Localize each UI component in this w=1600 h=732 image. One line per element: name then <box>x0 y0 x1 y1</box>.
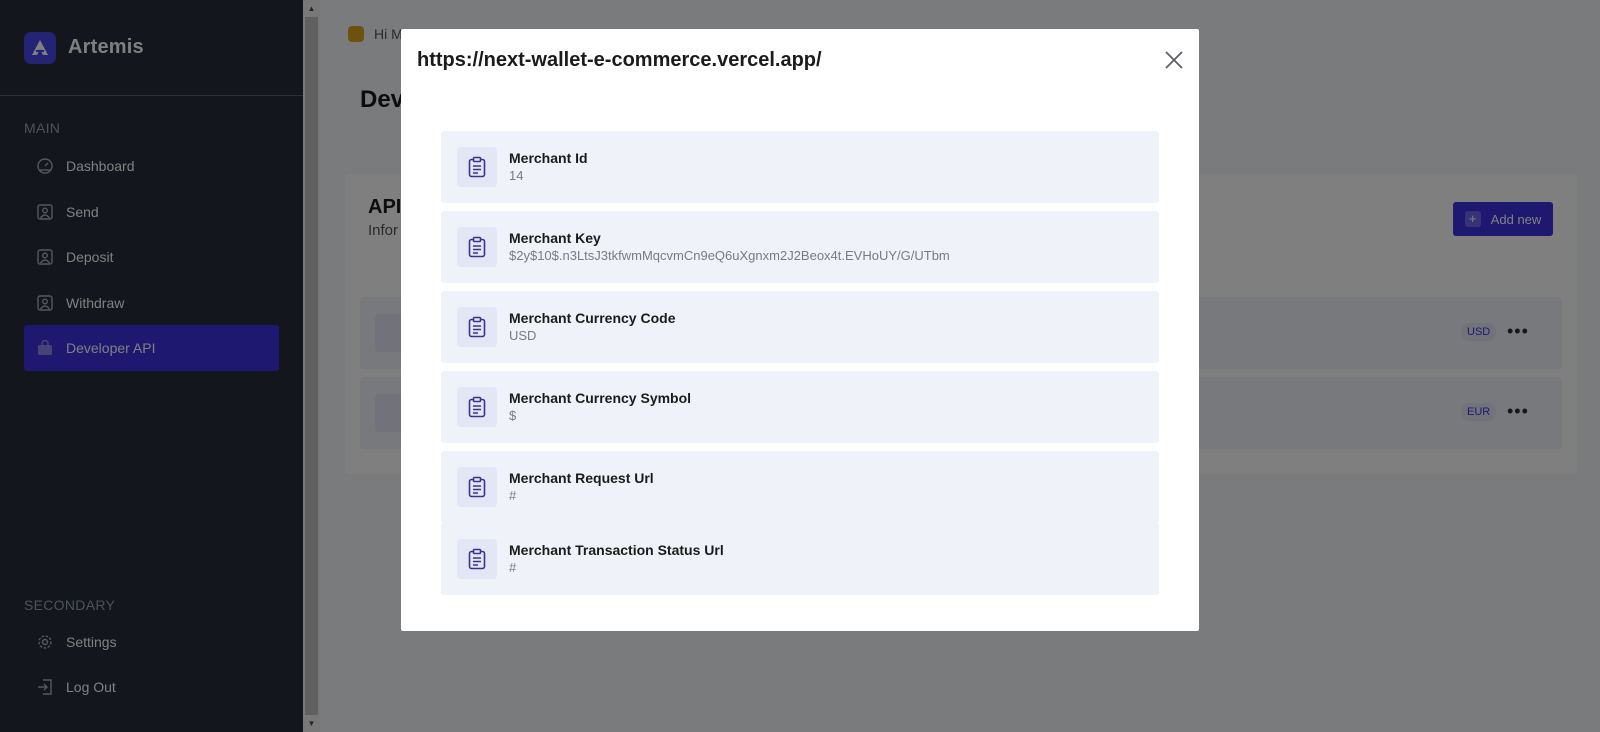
item-label: Merchant Request Url <box>509 470 654 486</box>
merchant-id-item: Merchant Id 14 <box>441 131 1159 203</box>
clipboard-icon <box>457 307 497 347</box>
item-value: USD <box>509 328 537 343</box>
item-value: $ <box>509 408 517 423</box>
item-value: # <box>509 560 517 575</box>
clipboard-icon <box>457 539 497 579</box>
clipboard-icon <box>457 227 497 267</box>
merchant-request-url-item: Merchant Request Url # <box>441 451 1159 523</box>
item-label: Merchant Currency Code <box>509 310 676 326</box>
merchant-transaction-status-url-item: Merchant Transaction Status Url # <box>441 523 1159 595</box>
merchant-details-modal: https://next-wallet-e-commerce.vercel.ap… <box>401 29 1199 631</box>
clipboard-icon <box>457 387 497 427</box>
item-value: $2y$10$.n3LtsJ3tkfwmMqcvmCn9eQ6uXgnxm2J2… <box>509 248 950 263</box>
clipboard-icon <box>457 467 497 507</box>
merchant-key-item: Merchant Key $2y$10$.n3LtsJ3tkfwmMqcvmCn… <box>441 211 1159 283</box>
item-label: Merchant Id <box>509 150 588 166</box>
item-label: Merchant Key <box>509 230 601 246</box>
item-value: 14 <box>509 168 524 183</box>
clipboard-icon <box>457 147 497 187</box>
modal-title: https://next-wallet-e-commerce.vercel.ap… <box>417 49 822 71</box>
close-icon[interactable] <box>1163 49 1185 71</box>
item-label: Merchant Currency Symbol <box>509 390 692 406</box>
merchant-currency-symbol-item: Merchant Currency Symbol $ <box>441 371 1159 443</box>
merchant-currency-code-item: Merchant Currency Code USD <box>441 291 1159 363</box>
item-value: # <box>509 488 517 503</box>
item-label: Merchant Transaction Status Url <box>509 542 724 558</box>
